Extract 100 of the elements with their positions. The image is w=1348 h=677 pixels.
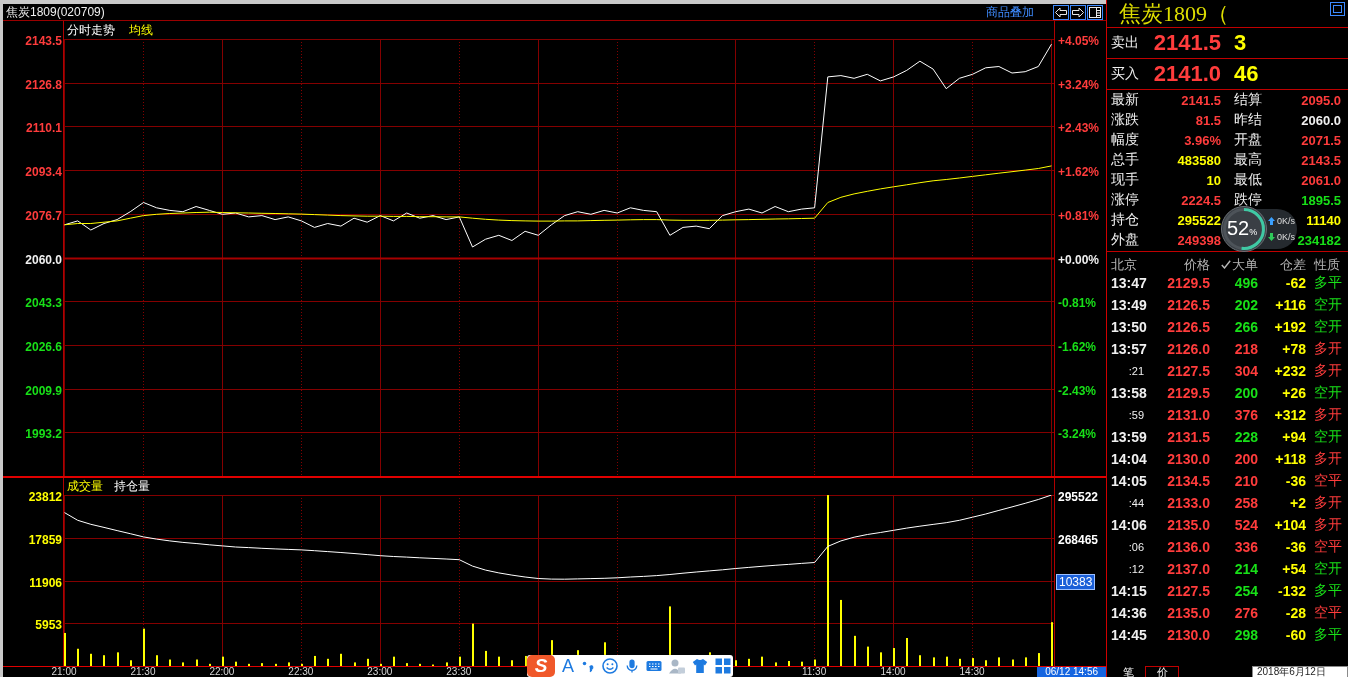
grid-icon[interactable] bbox=[715, 658, 731, 674]
tick-volume: 376 bbox=[1233, 407, 1258, 423]
percent-axis-label: +1.62% bbox=[1058, 165, 1100, 180]
left-arrow-icon[interactable] bbox=[1053, 4, 1069, 20]
price-axis-label: 2043.3 bbox=[25, 296, 62, 311]
window-icon[interactable] bbox=[1330, 2, 1345, 16]
price-axis-label: 2093.4 bbox=[25, 165, 62, 180]
percent-axis-label: -1.62% bbox=[1058, 339, 1097, 354]
stat-label: 跌停 bbox=[1233, 191, 1263, 209]
time-axis-label: 22:00 bbox=[209, 667, 235, 677]
tick-oi-change: -132 bbox=[1276, 583, 1306, 599]
tick-nature: 多开 bbox=[1313, 516, 1343, 534]
time-axis-label: 23:30 bbox=[446, 667, 472, 677]
tick-nature: 多开 bbox=[1313, 362, 1343, 380]
tick-volume: 228 bbox=[1233, 429, 1258, 445]
tick-nature: 多开 bbox=[1313, 494, 1343, 512]
stat-value: 2060.0 bbox=[1301, 112, 1341, 128]
tick-nature: 空开 bbox=[1313, 428, 1343, 446]
tick-oi-change: +192 bbox=[1273, 319, 1306, 335]
tick-price: 2135.0 bbox=[1166, 517, 1210, 533]
tick-price: 2130.0 bbox=[1166, 451, 1210, 467]
open-interest-axis-label: 295522 bbox=[1058, 490, 1099, 504]
column-header: 北京 bbox=[1110, 257, 1138, 272]
right-arrow-icon[interactable] bbox=[1070, 4, 1086, 20]
percent-axis-label: -0.81% bbox=[1058, 296, 1097, 311]
tick-price: 2127.5 bbox=[1166, 583, 1210, 599]
percent-axis-label: -2.43% bbox=[1058, 383, 1097, 398]
stat-label: 涨跌 bbox=[1111, 111, 1140, 129]
tick-volume: 298 bbox=[1233, 627, 1258, 643]
stat-value: 234182 bbox=[1297, 232, 1341, 248]
time-axis-label: 21:30 bbox=[130, 667, 156, 677]
legend-label: 成交量 bbox=[67, 478, 103, 495]
tick-price: 2133.0 bbox=[1166, 495, 1210, 511]
legend-label: 分时走势 bbox=[67, 21, 115, 39]
tick-oi-change: +78 bbox=[1281, 341, 1306, 357]
ime-mode-button[interactable]: A bbox=[562, 656, 574, 676]
tick-price: 2136.0 bbox=[1166, 539, 1210, 555]
tick-time: :12 bbox=[1127, 563, 1145, 575]
overlay-link[interactable]: 商品叠加 bbox=[986, 3, 1034, 21]
up-arrow-icon bbox=[1268, 217, 1275, 225]
keyboard-icon[interactable] bbox=[646, 658, 662, 674]
time-axis-label: 22:30 bbox=[288, 667, 314, 677]
percent-axis-label: +4.05% bbox=[1058, 34, 1100, 48]
tick-nature: 多开 bbox=[1313, 450, 1343, 468]
list-tab[interactable]: 价 bbox=[1145, 666, 1179, 677]
tick-price: 2134.5 bbox=[1166, 473, 1210, 489]
microphone-icon[interactable] bbox=[625, 658, 639, 674]
smiley-icon[interactable] bbox=[602, 658, 618, 674]
tick-price: 2130.0 bbox=[1166, 627, 1210, 643]
large-order-filter[interactable]: 大单 bbox=[1210, 257, 1258, 272]
layout-icon[interactable] bbox=[1087, 4, 1103, 20]
stat-value: 81.5 bbox=[1195, 112, 1221, 128]
quote-volume: 3 bbox=[1233, 30, 1248, 56]
tick-oi-change: +94 bbox=[1281, 429, 1306, 445]
tick-oi-change: -62 bbox=[1284, 275, 1306, 291]
percent-axis-label: +0.81% bbox=[1058, 208, 1100, 223]
date-tooltip: 2018年6月12日 bbox=[1252, 666, 1348, 677]
tick-nature: 空平 bbox=[1313, 604, 1343, 622]
tick-volume: 304 bbox=[1233, 363, 1258, 379]
shirt-icon[interactable] bbox=[692, 658, 708, 674]
tick-time: 14:04 bbox=[1110, 451, 1148, 467]
tick-time: 14:05 bbox=[1110, 473, 1148, 489]
stat-value: 2061.0 bbox=[1301, 172, 1341, 188]
stat-value: 249398 bbox=[1177, 232, 1221, 248]
tick-nature: 多平 bbox=[1313, 274, 1343, 292]
tick-oi-change: +104 bbox=[1273, 517, 1306, 533]
tick-volume: 214 bbox=[1233, 561, 1258, 577]
tick-nature: 多开 bbox=[1313, 340, 1343, 358]
tick-nature: 多开 bbox=[1313, 406, 1343, 424]
stat-label: 涨停 bbox=[1111, 191, 1140, 209]
tick-volume: 218 bbox=[1233, 341, 1258, 357]
legend-label: 持仓量 bbox=[114, 478, 150, 495]
stat-label: 最新 bbox=[1111, 91, 1140, 109]
stat-value: 2095.0 bbox=[1301, 92, 1341, 108]
volume-axis-label: 23812 bbox=[28, 490, 62, 504]
tick-price: 2131.0 bbox=[1166, 407, 1210, 423]
tick-volume: 336 bbox=[1233, 539, 1258, 555]
price-axis-label: 2143.5 bbox=[25, 34, 62, 48]
tick-time: 14:36 bbox=[1110, 605, 1148, 621]
tick-oi-change: +54 bbox=[1281, 561, 1306, 577]
stat-value: 10 bbox=[1206, 172, 1221, 188]
list-tab[interactable]: 笔 bbox=[1111, 666, 1145, 677]
tick-time: 13:49 bbox=[1110, 297, 1148, 313]
tick-nature: 空平 bbox=[1313, 472, 1343, 490]
stat-value: 3.96% bbox=[1184, 132, 1221, 148]
tick-oi-change: +232 bbox=[1273, 363, 1306, 379]
stat-label: 结算 bbox=[1233, 91, 1263, 109]
price-axis-label: 2126.8 bbox=[25, 77, 62, 92]
tick-time: 14:45 bbox=[1110, 627, 1148, 643]
usage-gauge[interactable] bbox=[1221, 206, 1267, 252]
stat-value: 295522 bbox=[1177, 212, 1221, 228]
tick-time: 13:50 bbox=[1110, 319, 1148, 335]
tick-oi-change: +26 bbox=[1281, 385, 1306, 401]
tick-oi-change: -28 bbox=[1284, 605, 1306, 621]
tick-volume: 254 bbox=[1233, 583, 1258, 599]
tick-price: 2137.0 bbox=[1166, 561, 1210, 577]
contract-title: 焦炭1809（ bbox=[1119, 0, 1229, 27]
tick-price: 2126.5 bbox=[1166, 319, 1210, 335]
open-interest-axis-label: 268465 bbox=[1058, 532, 1099, 547]
percent-axis-label: +2.43% bbox=[1058, 121, 1100, 136]
